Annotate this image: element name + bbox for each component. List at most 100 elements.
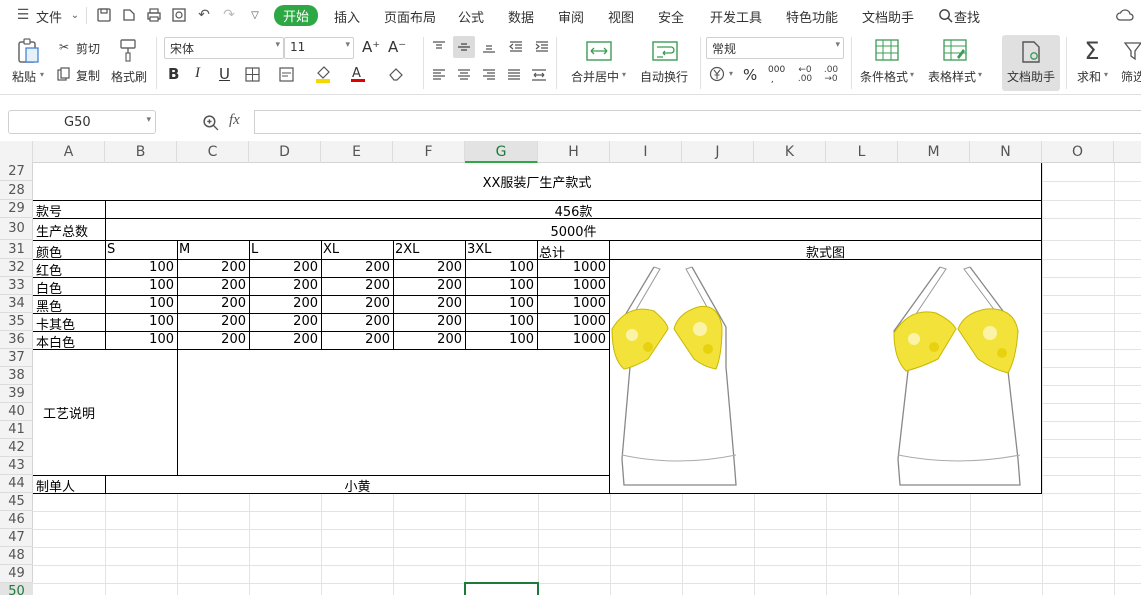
clear-format-icon[interactable]	[387, 65, 405, 83]
percent-button[interactable]: %	[743, 66, 757, 84]
decrease-font-button[interactable]: A⁻	[388, 38, 406, 56]
column-header[interactable]: D	[249, 141, 321, 163]
tab-page-layout[interactable]: 页面布局	[384, 7, 436, 26]
font-color-icon[interactable]: A	[349, 64, 367, 84]
row-header[interactable]: 37	[0, 349, 33, 367]
undo-icon[interactable]: ↶	[195, 6, 213, 24]
tab-formulas[interactable]: 公式	[458, 7, 484, 26]
row-header[interactable]: 27	[0, 163, 33, 181]
search-button[interactable]: 查找	[954, 7, 980, 26]
underline-button[interactable]: U	[219, 65, 230, 83]
cloud-icon[interactable]	[1116, 6, 1134, 24]
file-menu[interactable]: 文件	[36, 7, 62, 26]
row-header[interactable]: 34	[0, 295, 33, 313]
tab-data[interactable]: 数据	[508, 7, 534, 26]
doc-assistant-icon[interactable]	[1018, 39, 1044, 65]
spreadsheet-grid[interactable]: A B C D E F G H I J K L M N O 27 28 29 30 31…	[0, 141, 1141, 595]
column-header[interactable]: A	[33, 141, 105, 163]
formula-input[interactable]	[254, 110, 1141, 134]
selected-cell[interactable]	[464, 582, 539, 595]
zoom-formula-icon[interactable]	[200, 112, 220, 132]
chevron-down-icon[interactable]: ▾	[729, 69, 733, 78]
merge-center-button[interactable]: 合并居中	[571, 68, 619, 85]
paste-button[interactable]: 粘贴	[12, 68, 36, 85]
increase-decimal-icon[interactable]: ←0.00	[794, 65, 816, 85]
align-center-icon[interactable]	[455, 66, 473, 84]
cell-fill-pattern-icon[interactable]	[278, 66, 294, 82]
column-header[interactable]: C	[177, 141, 249, 163]
format-painter-button[interactable]: 格式刷	[111, 68, 147, 85]
font-name-select[interactable]: 宋体 ▾	[164, 37, 284, 59]
align-middle-icon[interactable]	[453, 36, 475, 58]
decrease-indent-icon[interactable]	[507, 38, 525, 56]
redo-icon[interactable]: ↷	[220, 6, 238, 24]
sum-icon[interactable]: Σ	[1080, 37, 1104, 65]
row-header[interactable]: 49	[0, 565, 33, 583]
bold-button[interactable]: B	[168, 65, 179, 83]
filter-icon[interactable]	[1124, 40, 1141, 62]
row-header[interactable]: 31	[0, 240, 33, 259]
align-right-icon[interactable]	[480, 66, 498, 84]
chevron-down-icon[interactable]: ▾	[40, 70, 44, 79]
column-header[interactable]: O	[1042, 141, 1114, 163]
tab-security[interactable]: 安全	[658, 7, 684, 26]
tab-special-features[interactable]: 特色功能	[786, 7, 838, 26]
doc-assistant-button[interactable]: 文档助手	[1007, 68, 1055, 85]
fill-color-icon[interactable]	[314, 64, 332, 84]
sum-button[interactable]: 求和	[1077, 68, 1101, 85]
filter-button[interactable]: 筛选	[1121, 68, 1141, 85]
column-header[interactable]: E	[321, 141, 393, 163]
column-header[interactable]: I	[610, 141, 682, 163]
name-box[interactable]: G50 ▾	[8, 110, 156, 134]
row-header[interactable]: 43	[0, 457, 33, 475]
copy-icon[interactable]	[56, 66, 72, 82]
column-header[interactable]: M	[898, 141, 970, 163]
print-icon[interactable]	[145, 6, 163, 24]
align-top-icon[interactable]	[430, 38, 448, 56]
wrap-text-icon[interactable]	[652, 40, 678, 62]
tab-developer[interactable]: 开发工具	[710, 7, 762, 26]
column-header[interactable]	[1114, 141, 1141, 163]
select-all-corner[interactable]	[0, 141, 33, 163]
row-header[interactable]: 36	[0, 331, 33, 349]
column-header[interactable]: N	[970, 141, 1042, 163]
row-header[interactable]: 45	[0, 493, 33, 511]
chevron-down-icon[interactable]: ▾	[978, 70, 982, 79]
export-icon[interactable]	[120, 6, 138, 24]
increase-font-button[interactable]: A⁺	[362, 38, 380, 56]
distributed-align-icon[interactable]	[530, 66, 548, 84]
row-header[interactable]: 32	[0, 259, 33, 277]
column-header-selected[interactable]: G	[465, 141, 538, 163]
row-header[interactable]: 28	[0, 181, 33, 200]
print-preview-icon[interactable]	[170, 6, 188, 24]
thousands-separator-button[interactable]: 000 ,	[768, 65, 785, 85]
scissors-icon[interactable]: ✂	[56, 39, 72, 55]
cut-button[interactable]: 剪切	[76, 40, 100, 57]
row-header[interactable]: 47	[0, 529, 33, 547]
table-style-icon[interactable]	[942, 38, 968, 62]
row-header[interactable]: 39	[0, 385, 33, 403]
column-header[interactable]: F	[393, 141, 465, 163]
hamburger-menu-icon[interactable]: ☰	[14, 6, 32, 24]
paste-icon[interactable]	[14, 37, 42, 65]
copy-button[interactable]: 复制	[76, 67, 100, 84]
column-header[interactable]: K	[754, 141, 826, 163]
column-header[interactable]: J	[682, 141, 754, 163]
row-header[interactable]: 33	[0, 277, 33, 295]
chevron-down-icon[interactable]: ⌄	[66, 6, 84, 24]
column-header[interactable]: B	[105, 141, 177, 163]
save-icon[interactable]	[95, 6, 113, 24]
format-painter-icon[interactable]	[117, 38, 139, 62]
row-header[interactable]: 50	[0, 583, 33, 595]
column-header[interactable]: L	[826, 141, 898, 163]
font-size-select[interactable]: 11 ▾	[284, 37, 354, 59]
chevron-down-icon[interactable]: ▾	[1104, 70, 1108, 79]
row-header[interactable]: 46	[0, 511, 33, 529]
fx-icon[interactable]: fx	[229, 112, 240, 129]
tab-home[interactable]: 开始	[274, 5, 319, 26]
chevron-down-icon[interactable]: ▾	[622, 70, 626, 79]
row-header[interactable]: 40	[0, 403, 33, 421]
conditional-format-icon[interactable]	[874, 38, 900, 62]
decrease-decimal-icon[interactable]: .00 →0	[820, 65, 842, 85]
italic-button[interactable]: I	[195, 65, 200, 82]
